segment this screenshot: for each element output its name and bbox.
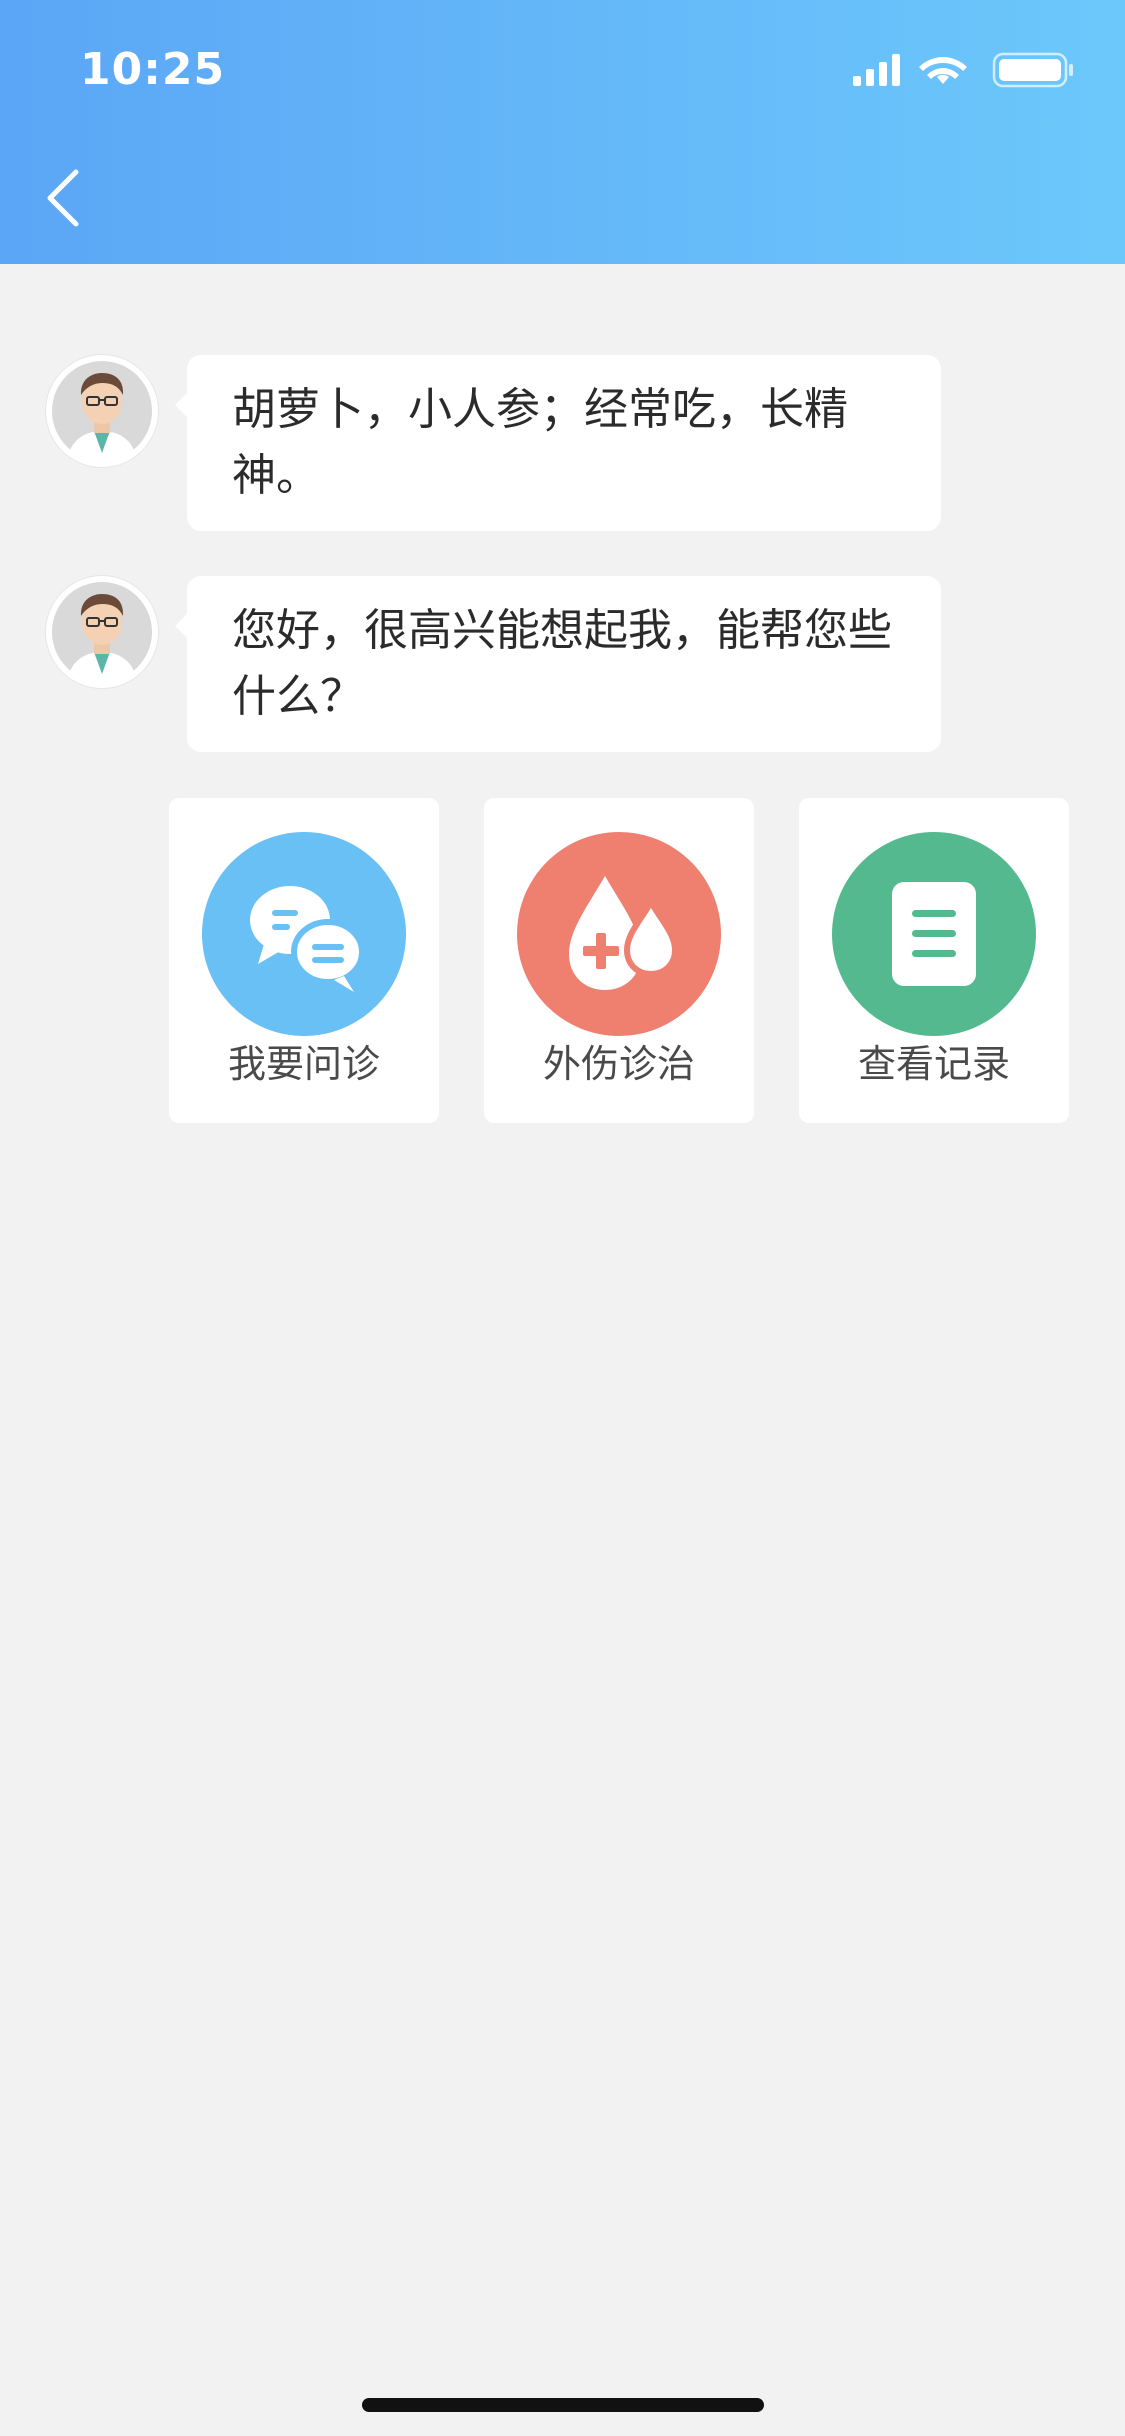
battery-icon (992, 52, 1073, 88)
status-icons (853, 52, 1073, 88)
chat-bubbles-icon (250, 886, 365, 992)
icon-circle (517, 832, 721, 1036)
document-icon (892, 882, 976, 986)
chevron-left-icon (47, 169, 79, 227)
message-bubble: 胡萝卜，小人参；经常吃，长精神。 (175, 355, 941, 531)
status-time: 10:25 (80, 44, 226, 95)
app-header: 10:25 (0, 0, 1125, 264)
message-bubble: 您好，很高兴能想起我，能帮您些什么？ (175, 576, 941, 752)
doctor-avatar (46, 576, 158, 688)
wifi-icon (919, 57, 967, 84)
consult-button[interactable]: 我要问诊 (169, 798, 439, 1123)
trauma-treatment-label: 外伤诊治 (542, 1042, 695, 1086)
consult-label: 我要问诊 (227, 1042, 380, 1086)
doctor-avatar (46, 355, 158, 467)
icon-circle (832, 832, 1036, 1036)
home-indicator[interactable] (362, 2398, 764, 2412)
view-records-label: 查看记录 (857, 1042, 1010, 1086)
view-records-button[interactable]: 查看记录 (799, 798, 1069, 1123)
blood-drop-plus-icon (569, 876, 679, 990)
icon-circle (202, 832, 406, 1036)
back-button[interactable] (36, 158, 92, 238)
trauma-treatment-button[interactable]: 外伤诊治 (484, 798, 754, 1123)
signal-icon (853, 54, 900, 86)
